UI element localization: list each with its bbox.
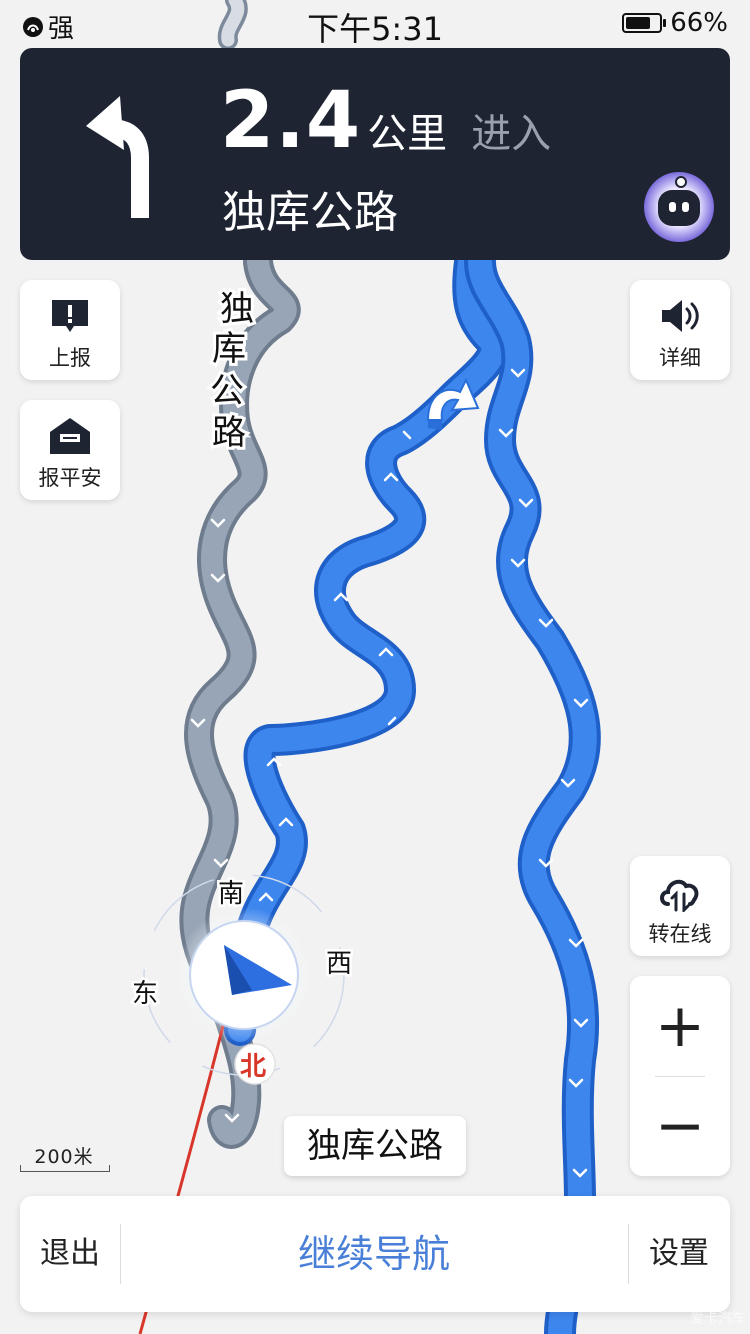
continue-navigation-button[interactable]: 继续导航 <box>120 1196 628 1312</box>
status-bar: 强 下午5:31 66% <box>0 0 750 48</box>
turn-action: 进入 <box>471 111 552 157</box>
settings-button[interactable]: 设置 <box>628 1196 730 1312</box>
battery-indicator: 66% <box>622 8 728 38</box>
bottom-action-bar: 退出 继续导航 设置 <box>20 1196 730 1312</box>
online-switch-button[interactable]: 转在线 <box>630 856 730 956</box>
zoom-controls: + − <box>630 976 730 1176</box>
detail-label: 详细 <box>659 346 701 370</box>
report-label: 上报 <box>49 346 91 370</box>
next-road-name: 独库公路 <box>222 187 398 238</box>
battery-percent: 66% <box>670 8 728 38</box>
voice-assistant-button[interactable] <box>644 172 714 242</box>
guidance-panel[interactable]: 2.4 公里 进入 独库公路 <box>20 48 730 260</box>
current-road-label: 独库公路 <box>284 1116 466 1176</box>
road-label-char: 公 <box>210 371 244 411</box>
map-scale: 200米 <box>20 1142 110 1172</box>
speaker-icon <box>662 300 699 332</box>
compass-south: 南 <box>218 879 244 909</box>
distance-unit: 公里 <box>367 111 448 157</box>
envelope-icon <box>50 418 90 454</box>
distance-display: 2.4 公里 进入 <box>220 76 551 166</box>
detail-button[interactable]: 详细 <box>630 280 730 380</box>
compass-east: 东 <box>132 979 158 1009</box>
cloud-sync-icon <box>660 879 699 912</box>
safe-report-button[interactable]: 报平安 <box>20 400 120 500</box>
compass-west: 西 <box>326 949 352 979</box>
safe-report-label: 报平安 <box>38 466 102 490</box>
road-label-char: 路 <box>212 413 246 453</box>
report-button[interactable]: 上报 <box>20 280 120 380</box>
road-label-char: 独 <box>220 289 254 329</box>
scale-bar <box>20 1165 110 1172</box>
zoom-in-button[interactable]: + <box>630 976 730 1076</box>
report-icon <box>52 300 88 332</box>
distance-value: 2.4 <box>220 76 362 166</box>
online-switch-label: 转在线 <box>648 922 712 946</box>
turn-left-arrow-icon <box>86 96 149 218</box>
watermark: 爱卡汽车 <box>690 1311 746 1327</box>
exit-button[interactable]: 退出 <box>20 1196 120 1312</box>
battery-icon <box>622 13 667 33</box>
zoom-out-button[interactable]: − <box>630 1076 730 1176</box>
compass-north: 北 <box>240 1052 266 1082</box>
road-label-char: 库 <box>212 329 246 369</box>
